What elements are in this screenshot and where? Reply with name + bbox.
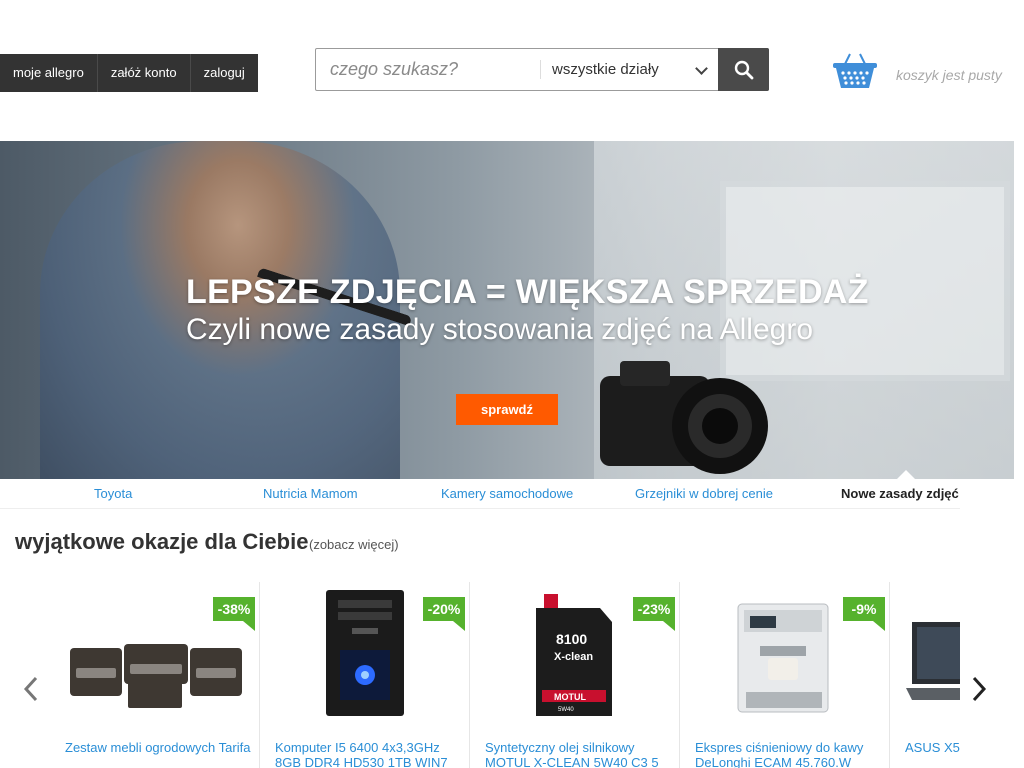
hero-tab-toyota[interactable]: Toyota — [94, 486, 132, 501]
deals-see-more-link[interactable]: (zobacz więcej) — [309, 537, 399, 552]
product-card[interactable]: -9% Ekspres ciśnieniowy do kawy DeLonghi… — [680, 582, 890, 768]
product-name-link[interactable]: Ekspres ciśnieniowy do kawy DeLonghi ECA… — [695, 740, 887, 768]
department-select-label: wszystkie działy — [552, 61, 659, 78]
discount-badge: -9% — [843, 597, 885, 631]
cart-status-text: koszyk jest pusty — [896, 67, 1002, 83]
product-card[interactable]: 8100 X-clean MOTUL 5W40 -23% Syntetyczny… — [470, 582, 680, 768]
chevron-left-icon — [23, 676, 38, 702]
hero-title: LEPSZE ZDJĘCIA = WIĘKSZA SPRZEDAŻ — [186, 273, 869, 311]
basket-icon — [833, 53, 877, 88]
discount-badge: -38% — [213, 597, 255, 631]
hero-tab-cameras[interactable]: Kamery samochodowe — [441, 486, 573, 501]
hero-active-tab-pointer — [897, 470, 915, 479]
product-name-link[interactable]: Syntetyczny olej silnikowy MOTUL X-CLEAN… — [485, 740, 677, 768]
product-card[interactable]: -38% Zestaw mebli ogrodowych Tarifa — [50, 582, 260, 768]
product-name-link[interactable]: ASUS X5 i7-4720 8 — [905, 740, 960, 755]
product-name-link[interactable]: Komputer I5 6400 4x3,3GHz 8GB DDR4 HD530… — [275, 740, 467, 768]
discount-badge: -20% — [423, 597, 465, 631]
oil-label-grade: 5W40 — [558, 707, 574, 713]
oil-label-line2: X-clean — [554, 651, 593, 663]
product-card[interactable]: -20% Komputer I5 6400 4x3,3GHz 8GB DDR4 … — [260, 582, 470, 768]
account-nav: moje allegro załóż konto zaloguj — [0, 54, 258, 92]
search-button[interactable] — [718, 48, 769, 91]
my-allegro-button[interactable]: moje allegro — [0, 54, 98, 92]
carousel-prev-button[interactable] — [22, 676, 40, 702]
oil-label-line1: 8100 — [556, 631, 587, 647]
deals-carousel: -38% Zestaw mebli ogrodowych Tarifa -20%… — [50, 582, 960, 768]
hero-banner[interactable]: LEPSZE ZDJĘCIA = WIĘKSZA SPRZEDAŻ Czyli … — [0, 141, 1014, 479]
chevron-right-icon — [972, 676, 987, 702]
deals-heading: wyjątkowe okazje dla Ciebie — [15, 529, 309, 554]
hero-subtitle: Czyli nowe zasady stosowania zdjęć na Al… — [186, 313, 813, 346]
search-bar: wszystkie działy — [315, 48, 769, 91]
hero-tab-photo-rules[interactable]: Nowe zasady zdjęć — [841, 486, 959, 501]
site-header: moje allegro załóż konto zaloguj wszystk… — [0, 0, 1024, 112]
hero-check-button[interactable]: sprawdź — [456, 394, 558, 425]
search-icon — [734, 60, 754, 80]
hero-tab-nutricia[interactable]: Nutricia Mamom — [263, 486, 358, 501]
hero-tab-radiators[interactable]: Grzejniki w dobrej cenie — [635, 486, 773, 501]
login-button[interactable]: zaloguj — [190, 54, 258, 92]
camera-icon — [600, 361, 768, 474]
create-account-button[interactable]: załóż konto — [97, 54, 191, 92]
oil-label-brand: MOTUL — [554, 692, 586, 702]
hero-tabs: Toyota Nutricia Mamom Kamery samochodowe… — [0, 479, 960, 509]
chevron-down-icon — [695, 62, 708, 75]
product-card[interactable]: ASUS X5 i7-4720 8 — [890, 582, 960, 768]
department-select[interactable]: wszystkie działy — [541, 49, 718, 90]
discount-badge: -23% — [633, 597, 675, 631]
product-name-link[interactable]: Zestaw mebli ogrodowych Tarifa — [65, 740, 257, 755]
carousel-next-button[interactable] — [970, 676, 988, 702]
laptop-image — [906, 622, 960, 700]
search-input[interactable] — [316, 49, 540, 90]
cart-button[interactable] — [832, 52, 878, 90]
